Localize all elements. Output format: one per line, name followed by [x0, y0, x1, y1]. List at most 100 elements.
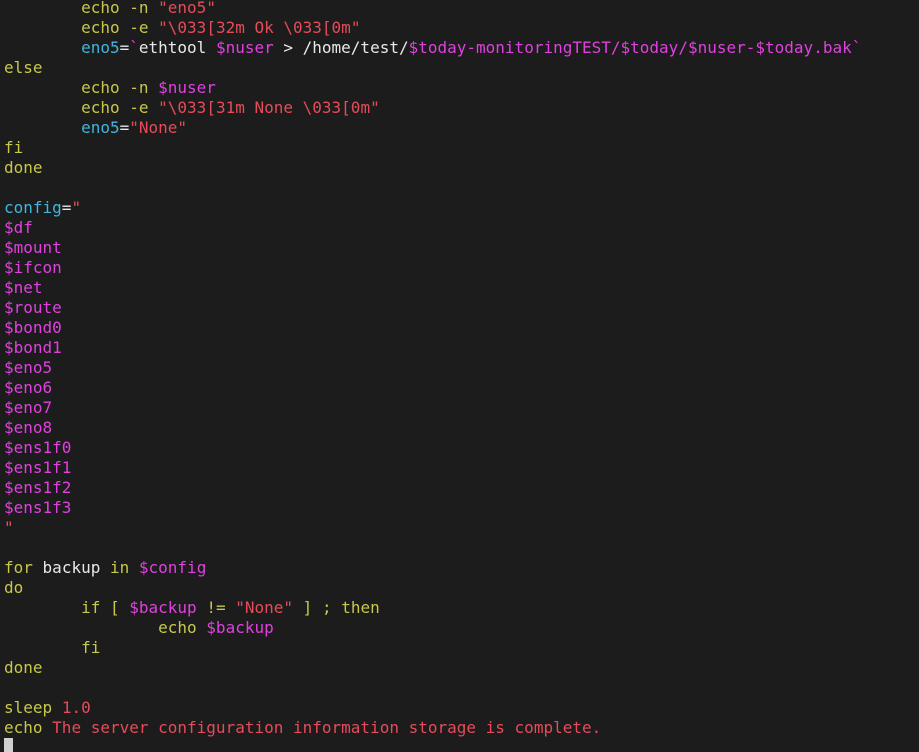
code-token: $nuser	[158, 78, 216, 97]
code-token: echo	[81, 98, 120, 117]
code-token: $mount	[4, 238, 62, 257]
code-line: $mount	[4, 238, 861, 258]
code-line: done	[4, 158, 861, 178]
code-token: $nuser	[215, 38, 274, 57]
code-token: echo	[4, 718, 43, 737]
code-token: $route	[4, 298, 62, 317]
code-token: ]	[302, 598, 313, 617]
code-line: $eno7	[4, 398, 861, 418]
code-line: $eno5	[4, 358, 861, 378]
terminal-window[interactable]: echo -n "eno5" echo -e "\033[32m Ok \033…	[0, 0, 919, 752]
code-line: echo $backup	[4, 618, 861, 638]
code-token: for	[4, 558, 33, 577]
code-line: done	[4, 658, 861, 678]
code-token: .bak	[813, 38, 852, 57]
code-line: eno5="None"	[4, 118, 861, 138]
code-line: if [ $backup != "None" ] ; then	[4, 598, 861, 618]
code-token: `	[851, 38, 862, 57]
code-token: "	[4, 518, 14, 537]
code-line: echo -n "eno5"	[4, 0, 861, 18]
code-token: eno5	[81, 118, 120, 137]
editor-buffer[interactable]: echo -n "eno5" echo -e "\033[32m Ok \033…	[4, 0, 861, 738]
code-token: =	[119, 38, 130, 57]
code-token: !=	[206, 598, 226, 617]
code-token: fi	[4, 138, 24, 157]
code-token: "None"	[235, 598, 294, 617]
code-token: $eno7	[4, 398, 53, 417]
code-line: fi	[4, 138, 861, 158]
code-token: \033[32m Ok \033[0m	[167, 18, 351, 37]
code-token: echo	[158, 618, 197, 637]
code-token: $net	[4, 278, 43, 297]
code-token: $eno5	[4, 358, 53, 377]
code-token: "	[158, 98, 168, 117]
code-line: echo -e "\033[32m Ok \033[0m"	[4, 18, 861, 38]
code-token: -e	[129, 98, 149, 117]
code-token: echo	[81, 0, 120, 17]
code-line: "	[4, 518, 861, 538]
code-line: config="	[4, 198, 861, 218]
code-token: sleep	[4, 698, 53, 717]
text-cursor	[4, 738, 13, 752]
code-token: "	[158, 18, 168, 37]
code-token: $ens1f0	[4, 438, 72, 457]
code-token: $ens1f3	[4, 498, 72, 517]
code-line: for backup in $config	[4, 558, 861, 578]
code-token: [	[109, 598, 120, 617]
code-token: `	[129, 38, 139, 57]
code-line: echo -n $nuser	[4, 78, 861, 98]
code-line: fi	[4, 638, 861, 658]
code-token: $config	[138, 558, 207, 577]
code-token: done	[4, 658, 43, 677]
code-token: $ens1f1	[4, 458, 72, 477]
code-token: $df	[4, 218, 33, 237]
code-token: $today	[620, 38, 679, 57]
code-line: sleep 1.0	[4, 698, 861, 718]
code-token: \033[31m None \033[0m	[167, 98, 371, 117]
code-token: done	[4, 158, 43, 177]
code-token: "	[370, 98, 380, 117]
code-token: ;	[321, 598, 332, 617]
code-line: $eno6	[4, 378, 861, 398]
code-token: $eno8	[4, 418, 53, 437]
code-token: $backup	[206, 618, 274, 637]
code-token: do	[4, 578, 24, 597]
code-line: $ens1f1	[4, 458, 861, 478]
code-line: $bond1	[4, 338, 861, 358]
code-line: $bond0	[4, 318, 861, 338]
code-token: -n	[129, 0, 149, 17]
code-line: $net	[4, 278, 861, 298]
code-token: -e	[129, 18, 149, 37]
code-line: do	[4, 578, 861, 598]
code-line: $ifcon	[4, 258, 861, 278]
code-token: > /home/test/	[273, 38, 409, 57]
code-line: $df	[4, 218, 861, 238]
code-line: $ens1f0	[4, 438, 861, 458]
code-line: $ens1f3	[4, 498, 861, 518]
code-token: config	[4, 198, 62, 217]
code-token: $bond1	[4, 338, 62, 357]
code-token: The server configuration information sto…	[52, 718, 602, 737]
